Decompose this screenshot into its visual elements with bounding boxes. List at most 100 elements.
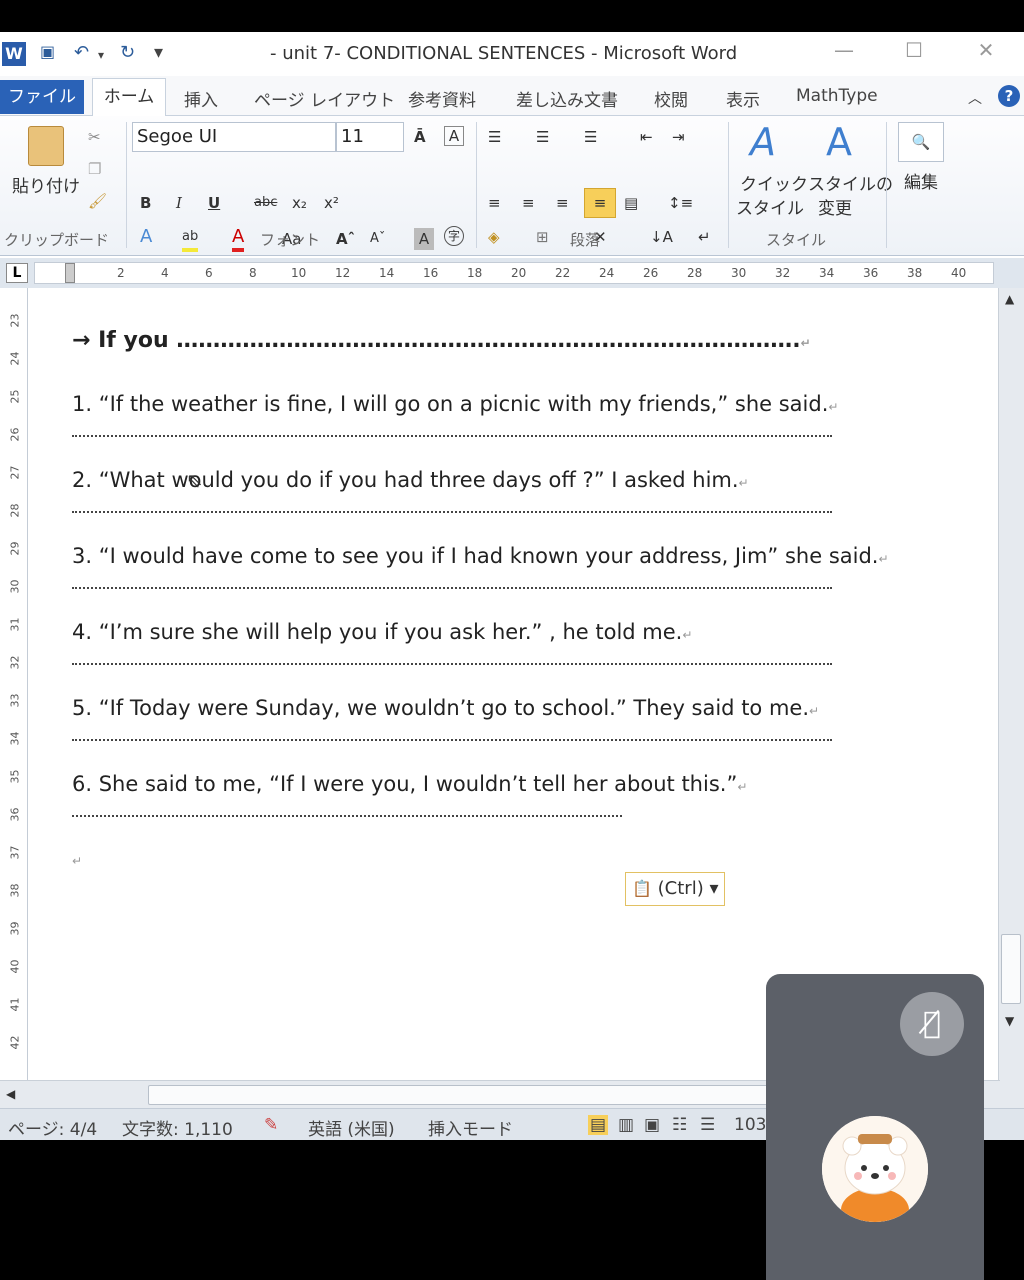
help-icon[interactable]: ? <box>998 85 1020 107</box>
paste-button[interactable]: 貼り付け <box>10 176 82 198</box>
quick-style-icon[interactable]: A <box>750 120 776 164</box>
bold-button[interactable]: B <box>140 192 151 214</box>
multilevel-list-icon[interactable]: ☰ <box>584 126 597 148</box>
grow-font-icon[interactable]: Ā <box>414 126 426 148</box>
answer-line-5[interactable] <box>72 738 832 741</box>
increase-indent-icon[interactable]: ⇥ <box>672 126 685 148</box>
underline-button[interactable]: U <box>208 192 220 214</box>
tab-file[interactable]: ファイル <box>0 80 84 114</box>
save-icon[interactable]: ▣ <box>40 42 55 61</box>
minimize-button[interactable]: — <box>824 38 864 62</box>
mic-muted-icon[interactable]: 🎙̸ <box>900 992 964 1056</box>
change-style-label-1[interactable]: スタイルの <box>808 174 893 196</box>
tab-references[interactable]: 参考資料 <box>408 86 476 111</box>
tab-page-layout[interactable]: ページ レイアウト <box>254 86 395 111</box>
insert-mode[interactable]: 挿入モード <box>428 1115 513 1140</box>
tab-insert[interactable]: 挿入 <box>184 86 218 111</box>
zoom-level[interactable]: 103 <box>734 1115 766 1135</box>
window-title: - unit 7- CONDITIONAL SENTENCES - Micros… <box>270 43 738 64</box>
redo-icon[interactable]: ↻ <box>120 42 135 63</box>
draft-icon[interactable]: ☰ <box>700 1115 715 1135</box>
align-right-icon[interactable]: ≡ <box>556 192 569 214</box>
strikethrough-button[interactable]: abc <box>254 192 277 214</box>
tab-home[interactable]: ホーム <box>92 78 166 116</box>
decrease-indent-icon[interactable]: ⇤ <box>640 126 653 148</box>
word-count[interactable]: 文字数: 1,110 <box>122 1115 233 1140</box>
indent-marker-icon[interactable] <box>65 263 75 283</box>
subscript-button[interactable]: x₂ <box>292 192 307 214</box>
cut-icon[interactable]: ✂ <box>88 126 101 148</box>
question-2: 2. “What would you do if you had three d… <box>72 468 749 492</box>
language-indicator[interactable]: 英語 (米国) <box>308 1115 395 1140</box>
quick-style-label-1[interactable]: クイック <box>740 174 808 196</box>
align-center-icon[interactable]: ≡ <box>522 192 535 214</box>
customize-qat-icon[interactable]: ▾ <box>154 42 163 63</box>
full-screen-reading-icon[interactable]: ▥ <box>618 1115 634 1135</box>
question-5: 5. “If Today were Sunday, we wouldn’t go… <box>72 696 820 720</box>
vertical-ruler[interactable]: 23 24 25 26 27 28 29 30 31 32 33 34 35 3… <box>4 288 28 1114</box>
align-left-icon[interactable]: ≡ <box>488 192 501 214</box>
edit-button[interactable]: 編集 <box>898 172 944 194</box>
print-layout-icon[interactable]: ▤ <box>588 1115 609 1135</box>
text-effects-icon[interactable]: A <box>140 226 152 248</box>
justify-icon[interactable]: ≡ <box>584 188 616 218</box>
font-color-icon[interactable]: A <box>232 226 245 252</box>
vertical-scrollbar[interactable]: ▲ ▼ <box>998 288 1024 1118</box>
ruler-tick: 6 <box>205 266 213 280</box>
outline-icon[interactable]: ☷ <box>672 1115 687 1135</box>
proofing-icon[interactable]: ✎ <box>264 1115 278 1135</box>
word-logo-icon[interactable]: W <box>2 42 26 66</box>
answer-line-6[interactable] <box>72 814 622 817</box>
paste-icon[interactable] <box>28 126 64 166</box>
decrease-font-icon[interactable]: Aˇ <box>370 228 385 250</box>
question-6: 6. She said to me, “If I were you, I wou… <box>72 772 748 796</box>
change-style-label-2[interactable]: 変更 <box>818 198 852 220</box>
maximize-button[interactable]: ☐ <box>894 38 934 62</box>
tab-view[interactable]: 表示 <box>726 86 760 111</box>
tab-mailings[interactable]: 差し込み文書 <box>516 86 618 111</box>
increase-font-icon[interactable]: Aˆ <box>336 228 355 250</box>
distribute-icon[interactable]: ▤ <box>624 192 638 214</box>
line-spacing-icon[interactable]: ↕≡ <box>668 192 693 214</box>
page-count[interactable]: ページ: 4/4 <box>8 1115 97 1140</box>
answer-line-3[interactable] <box>72 586 832 589</box>
collapse-ribbon-icon[interactable]: ︿ <box>968 88 982 108</box>
superscript-button[interactable]: x² <box>324 192 339 214</box>
find-icon[interactable]: 🔍 <box>898 122 944 162</box>
sort-icon[interactable]: ↓A <box>650 226 673 248</box>
paste-options-button[interactable]: 📋 (Ctrl) ▾ <box>625 872 725 906</box>
shading-icon[interactable]: ◈ <box>488 226 500 248</box>
clear-format-icon[interactable]: A <box>444 126 464 146</box>
answer-line-2[interactable] <box>72 510 832 513</box>
tab-review[interactable]: 校閲 <box>654 86 688 111</box>
tab-mathtype[interactable]: MathType <box>796 86 878 106</box>
show-marks-icon[interactable]: ↵ <box>698 226 711 248</box>
font-name-input[interactable]: Segoe UI <box>132 122 336 152</box>
answer-line-1[interactable] <box>72 434 832 437</box>
horizontal-ruler[interactable]: 2 4 6 8 10 12 14 16 18 20 22 24 26 28 30… <box>34 262 994 284</box>
scroll-thumb[interactable] <box>1001 934 1021 1004</box>
bullets-icon[interactable]: ☰ <box>488 126 501 148</box>
h-scroll-thumb[interactable] <box>148 1085 838 1105</box>
change-style-icon[interactable]: A <box>826 120 852 164</box>
highlight-icon[interactable]: ab <box>182 226 199 252</box>
close-button[interactable]: ✕ <box>966 38 1006 62</box>
borders-icon[interactable]: ⊞ <box>536 226 549 248</box>
web-layout-icon[interactable]: ▣ <box>644 1115 660 1135</box>
numbering-icon[interactable]: ☰ <box>536 126 549 148</box>
enclose-char-icon[interactable]: 字 <box>444 226 464 246</box>
italic-button[interactable]: I <box>176 192 182 214</box>
undo-icon[interactable]: ↶ <box>74 42 89 63</box>
copy-icon[interactable]: ❐ <box>88 158 101 180</box>
scroll-up-icon[interactable]: ▲ <box>1005 292 1014 306</box>
undo-dropdown-icon[interactable]: ▾ <box>98 48 104 62</box>
answer-line-4[interactable] <box>72 662 832 665</box>
format-painter-icon[interactable]: 🖌 <box>88 190 107 212</box>
tab-selector[interactable]: L <box>6 263 28 283</box>
font-size-input[interactable]: 11 <box>336 122 404 152</box>
quick-style-label-2[interactable]: スタイル <box>736 198 804 220</box>
char-shading-icon[interactable]: A <box>414 228 434 250</box>
scroll-down-icon[interactable]: ▼ <box>1005 1014 1014 1028</box>
scroll-left-icon[interactable]: ◀ <box>6 1087 15 1101</box>
video-call-tile[interactable]: 🎙̸ <box>766 974 984 1280</box>
